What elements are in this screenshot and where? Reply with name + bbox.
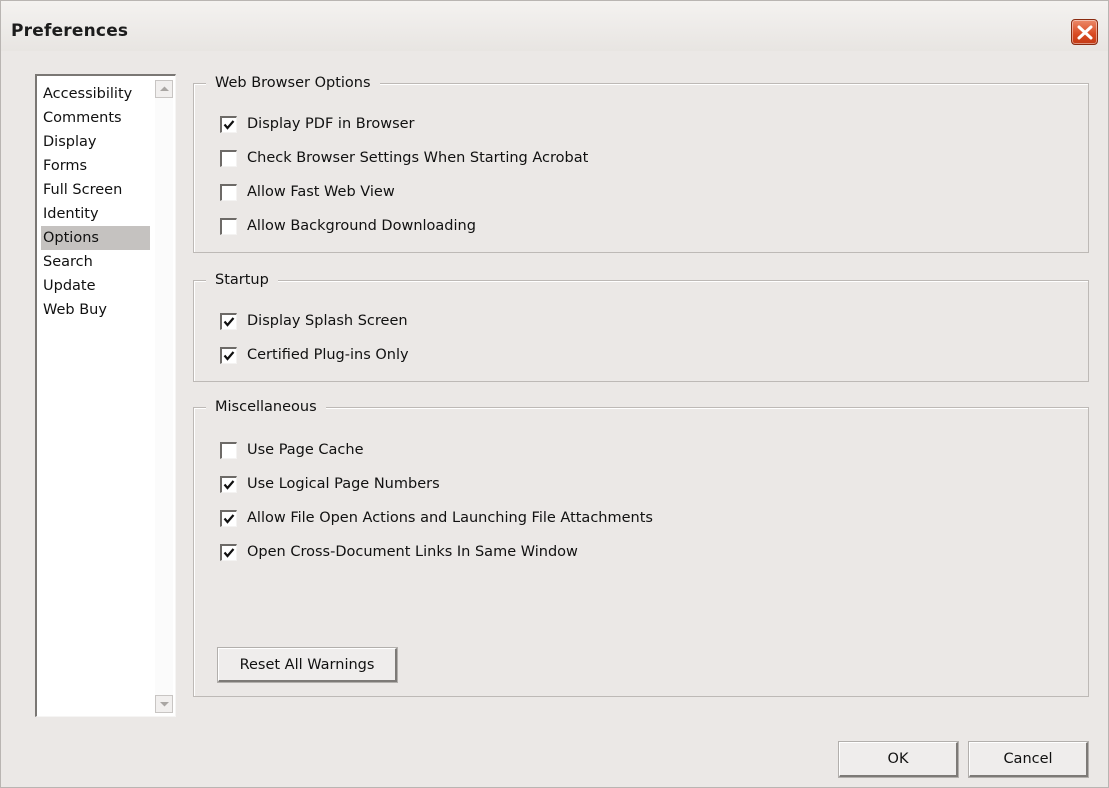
option-label: Certified Plug-ins Only <box>247 347 409 363</box>
option-label: Use Page Cache <box>247 442 364 458</box>
category-item-accessibility[interactable]: Accessibility <box>41 82 150 106</box>
option-use-logical-page-numbers[interactable]: Use Logical Page Numbers <box>220 474 440 494</box>
option-display-splash-screen[interactable]: Display Splash Screen <box>220 311 408 331</box>
startup-group: Startup Display Splash Screen Certified … <box>193 271 1089 382</box>
preferences-dialog: Preferences Accessibility Comments Displ… <box>0 0 1109 788</box>
cancel-button[interactable]: Cancel <box>968 741 1089 778</box>
option-allow-fast-web-view[interactable]: Allow Fast Web View <box>220 182 395 202</box>
checkbox[interactable] <box>220 543 237 561</box>
checkbox[interactable] <box>220 115 237 133</box>
group-title: Startup <box>206 271 278 289</box>
option-label: Allow Background Downloading <box>247 218 476 234</box>
option-check-browser-settings[interactable]: Check Browser Settings When Starting Acr… <box>220 148 588 168</box>
category-item-comments[interactable]: Comments <box>41 106 150 130</box>
checkmark-icon <box>223 479 235 490</box>
category-item-display[interactable]: Display <box>41 130 150 154</box>
chevron-up-icon <box>160 86 169 91</box>
window-title: Preferences <box>11 21 129 41</box>
option-open-cross-document-links[interactable]: Open Cross-Document Links In Same Window <box>220 542 578 562</box>
option-label: Open Cross-Document Links In Same Window <box>247 544 578 560</box>
category-item-identity[interactable]: Identity <box>41 202 150 226</box>
group-title: Miscellaneous <box>206 398 326 416</box>
checkbox[interactable] <box>220 183 237 201</box>
option-allow-background-downloading[interactable]: Allow Background Downloading <box>220 216 476 236</box>
miscellaneous-group: Miscellaneous Use Page Cache Use Logical… <box>193 398 1089 697</box>
option-use-page-cache[interactable]: Use Page Cache <box>220 440 364 460</box>
reset-all-warnings-button[interactable]: Reset All Warnings <box>217 647 398 683</box>
option-display-pdf-in-browser[interactable]: Display PDF in Browser <box>220 114 415 134</box>
checkbox[interactable] <box>220 149 237 167</box>
checkmark-icon <box>223 316 235 327</box>
scroll-up-button[interactable] <box>155 80 173 98</box>
checkbox[interactable] <box>220 217 237 235</box>
category-item-full-screen[interactable]: Full Screen <box>41 178 150 202</box>
category-item-forms[interactable]: Forms <box>41 154 150 178</box>
category-item-update[interactable]: Update <box>41 274 150 298</box>
checkbox[interactable] <box>220 312 237 330</box>
checkbox[interactable] <box>220 509 237 527</box>
option-label: Display PDF in Browser <box>247 116 415 132</box>
option-label: Allow File Open Actions and Launching Fi… <box>247 510 653 526</box>
option-label: Use Logical Page Numbers <box>247 476 440 492</box>
checkbox[interactable] <box>220 475 237 493</box>
option-label: Check Browser Settings When Starting Acr… <box>247 150 589 166</box>
scroll-down-button[interactable] <box>155 695 173 713</box>
close-button[interactable] <box>1071 19 1098 45</box>
title-bar[interactable]: Preferences <box>1 1 1108 51</box>
option-label: Display Splash Screen <box>247 313 408 329</box>
ok-button[interactable]: OK <box>838 741 959 778</box>
option-label: Allow Fast Web View <box>247 184 395 200</box>
checkbox[interactable] <box>220 441 237 459</box>
option-allow-file-open-actions[interactable]: Allow File Open Actions and Launching Fi… <box>220 508 653 528</box>
checkmark-icon <box>223 513 235 524</box>
checkmark-icon <box>223 350 235 361</box>
close-icon <box>1077 25 1093 40</box>
category-item-search[interactable]: Search <box>41 250 150 274</box>
chevron-down-icon <box>160 702 169 707</box>
checkmark-icon <box>223 119 235 130</box>
checkbox[interactable] <box>220 346 237 364</box>
option-certified-plug-ins-only[interactable]: Certified Plug-ins Only <box>220 345 409 365</box>
checkmark-icon <box>223 547 235 558</box>
category-item-options[interactable]: Options <box>41 226 150 250</box>
category-item-web-buy[interactable]: Web Buy <box>41 298 150 322</box>
web-browser-options-group: Web Browser Options Display PDF in Brows… <box>193 74 1089 253</box>
group-title: Web Browser Options <box>206 74 380 92</box>
category-scrollbar[interactable] <box>155 80 173 713</box>
category-list[interactable]: Accessibility Comments Display Forms Ful… <box>35 74 176 717</box>
